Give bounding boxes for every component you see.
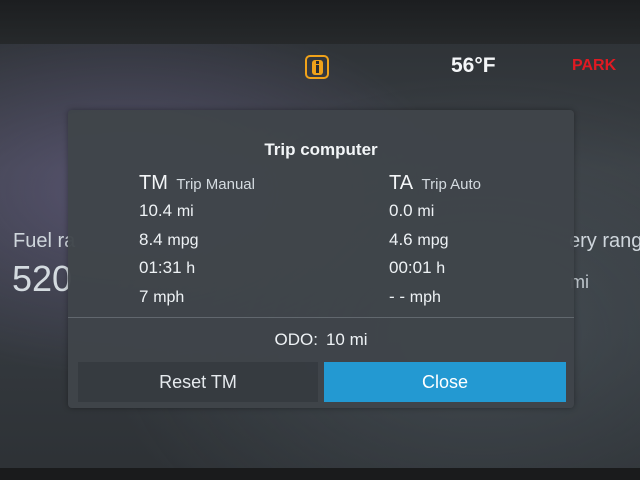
ta-speed-value: - -: [389, 287, 406, 306]
ta-speed: - - mph: [389, 287, 441, 307]
ta-distance-value: 0.0: [389, 201, 413, 220]
ta-speed-unit: mph: [409, 289, 441, 306]
fuel-range-value: 520: [12, 258, 73, 299]
tm-speed-value: 7: [139, 287, 149, 306]
tm-economy-unit: mpg: [167, 232, 199, 249]
dialog-title: Trip computer: [264, 140, 378, 159]
close-button[interactable]: Close: [324, 362, 566, 402]
ta-distance-unit: mi: [417, 203, 435, 220]
odometer-label: ODO:: [274, 330, 318, 349]
ta-economy-unit: mpg: [417, 232, 449, 249]
fuel-range-label: Fuel ra: [13, 230, 76, 252]
trip-manual-header: TM Trip Manual: [139, 172, 255, 195]
ta-distance: 0.0 mi: [389, 201, 434, 221]
tm-speed: 7 mph: [139, 287, 184, 307]
ta-time-value: 00:01: [389, 258, 432, 277]
screen-bezel-bottom: [0, 468, 640, 480]
trip-auto-header: TA Trip Auto: [389, 172, 481, 195]
ta-time-unit: h: [436, 260, 446, 277]
tm-distance-value: 10.4: [139, 201, 173, 220]
info-glyph: [311, 59, 323, 75]
screen-bezel-top: [0, 0, 640, 44]
battery-range-label: ery rang: [569, 230, 640, 252]
trip-manual-name: Trip Manual: [176, 176, 255, 193]
tm-time-unit: h: [186, 260, 196, 277]
outside-temperature: 56°F: [451, 54, 496, 77]
odometer: ODO: 10 mi: [68, 330, 574, 350]
tm-distance-unit: mi: [176, 203, 194, 220]
tm-economy: 8.4 mpg: [139, 230, 199, 250]
trip-auto-name: Trip Auto: [421, 176, 482, 193]
ta-economy-value: 4.6: [389, 230, 413, 249]
tm-time-value: 01:31: [139, 258, 182, 277]
tm-economy-value: 8.4: [139, 230, 163, 249]
tm-distance: 10.4 mi: [139, 201, 194, 221]
ta-time: 00:01 h: [389, 258, 445, 278]
info-icon[interactable]: [305, 55, 329, 79]
gear-indicator: PARK: [572, 57, 617, 74]
odometer-value: 10 mi: [325, 330, 368, 349]
trip-auto-abbr: TA: [389, 172, 414, 194]
ta-economy: 4.6 mpg: [389, 230, 449, 250]
trip-manual-abbr: TM: [139, 172, 168, 194]
tm-speed-unit: mph: [153, 289, 185, 306]
reset-tm-button[interactable]: Reset TM: [78, 362, 318, 402]
trip-computer-dialog: Trip computer TM Trip Manual TA Trip Aut…: [68, 110, 574, 408]
divider: [68, 317, 574, 318]
tm-time: 01:31 h: [139, 258, 195, 278]
